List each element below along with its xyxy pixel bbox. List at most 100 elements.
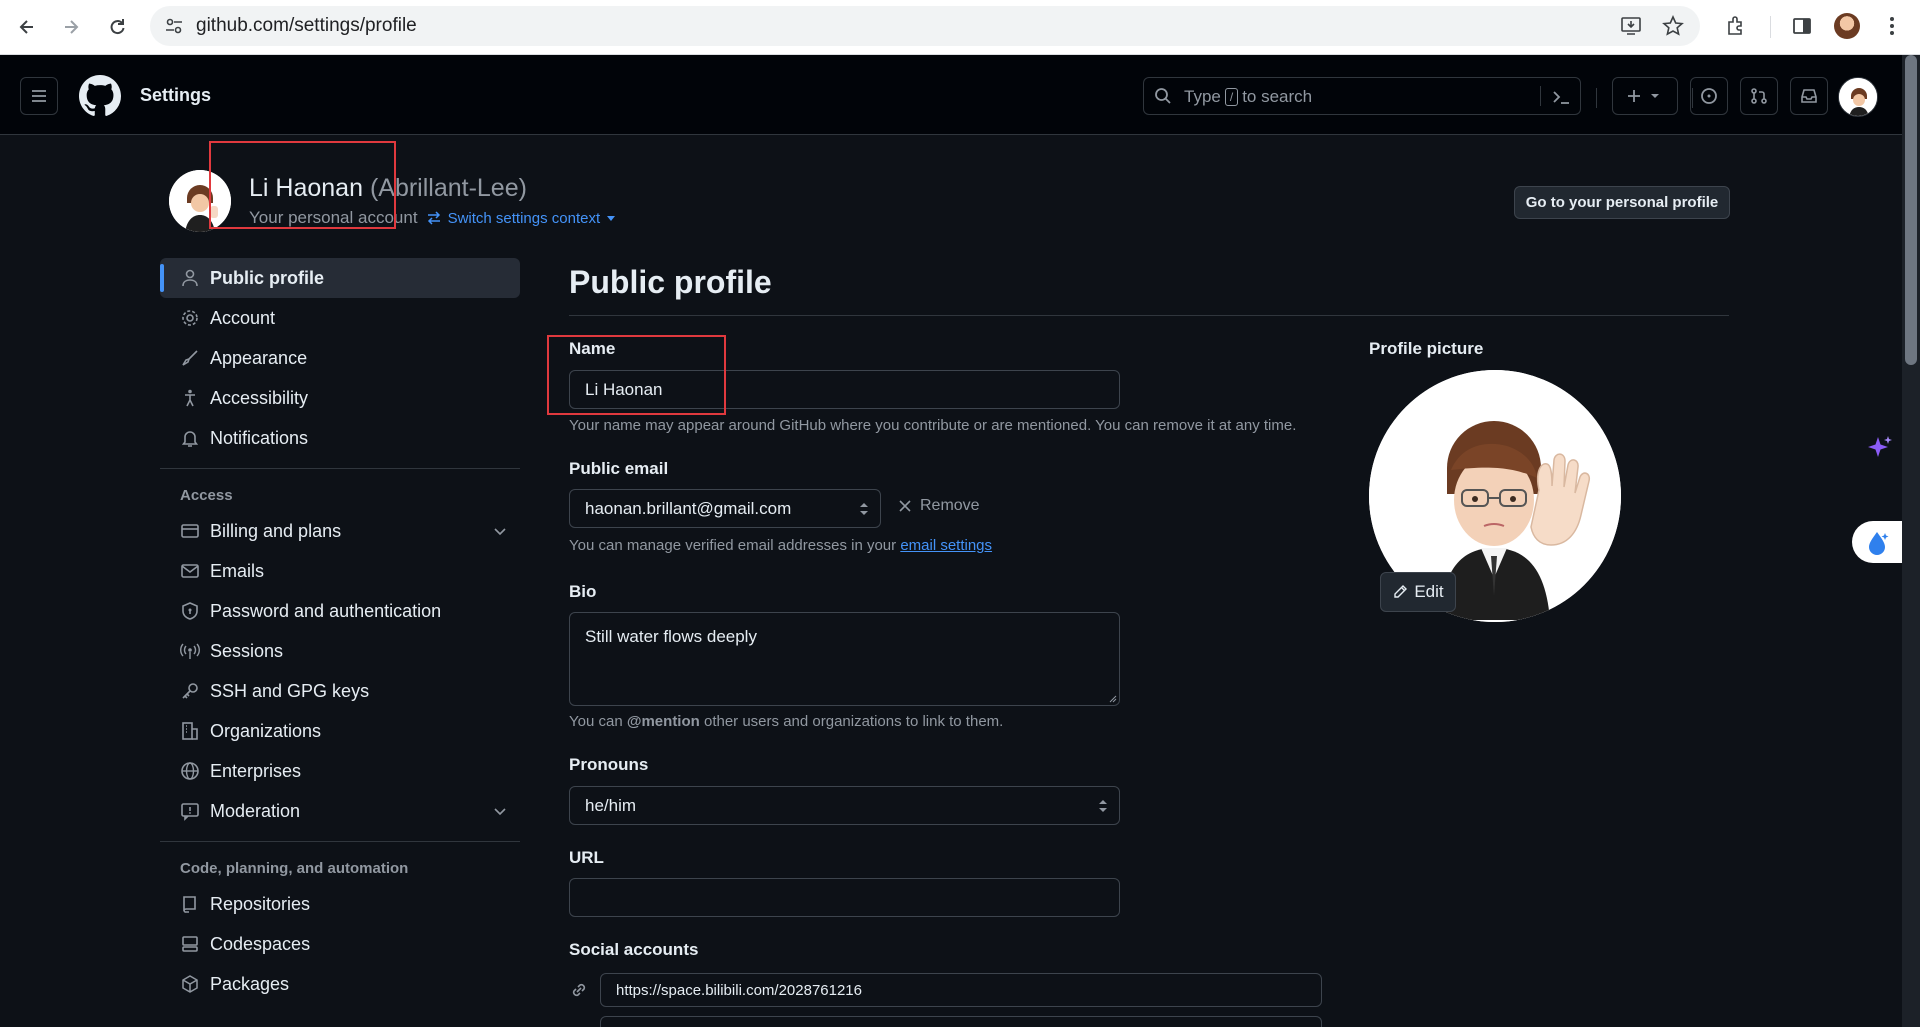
sidebar-item-appearance[interactable]: Appearance [160,338,520,378]
globe-icon [181,762,199,780]
bio-textarea[interactable]: Still water flows deeply [569,612,1120,706]
codespaces-icon [182,936,198,952]
name-hint: Your name may appear around GitHub where… [569,417,1297,434]
sidebar-heading-access: Access [180,486,233,504]
pronouns-select[interactable]: he/him [569,786,1120,825]
bell-icon [181,431,199,447]
command-palette-icon[interactable] [1550,86,1572,108]
extensions-icon[interactable] [1724,14,1748,38]
sidebar-item-moderation[interactable]: Moderation [160,791,520,831]
bio-hint: You can @mention other users and organiz… [569,713,1004,730]
select-arrows-icon [860,503,868,515]
chevron-down-icon [494,528,506,536]
pencil-icon [1394,585,1408,598]
go-to-profile-button[interactable]: Go to your personal profile [1514,186,1730,219]
search-divider [1540,86,1541,106]
public-email-label: Public email [569,459,669,478]
url-field[interactable] [569,878,1120,917]
pull-requests-icon[interactable] [1740,77,1778,115]
caret-down-icon [607,216,616,221]
chevron-down-icon [494,808,506,816]
sparkle-icon[interactable] [1860,428,1900,468]
sidebar-item-notifications[interactable]: Notifications [160,418,520,458]
forward-icon[interactable] [56,12,86,42]
social-account-field-2[interactable] [600,1016,1322,1027]
person-icon [182,269,198,287]
remove-email-button[interactable]: Remove [898,497,980,515]
title-divider [569,315,1729,316]
page-title: Public profile [569,264,772,300]
sidebar-divider [160,468,520,469]
annotation-box-account-name [209,141,396,229]
select-arrows-icon [1099,800,1107,812]
gear-icon [182,310,198,326]
sidebar-item-codespaces[interactable]: Codespaces [160,924,520,964]
back-icon[interactable] [12,12,42,42]
page-context-title[interactable]: Settings [140,85,211,106]
annotation-box-name-field [547,335,726,415]
broadcast-icon [180,643,200,659]
sidebar-item-enterprises[interactable]: Enterprises [160,751,520,791]
browser-toolbar: github.com/settings/profile [0,0,1920,55]
address-bar[interactable]: github.com/settings/profile [150,6,1700,46]
switch-settings-context[interactable]: Switch settings context [426,210,617,227]
issues-icon[interactable] [1690,77,1728,115]
sidebar-item-accessibility[interactable]: Accessibility [160,378,520,418]
user-avatar[interactable] [1838,77,1878,117]
social-accounts-label: Social accounts [569,940,699,959]
sidebar-item-packages[interactable]: Packages [160,964,520,1004]
mail-icon [181,564,199,578]
key-icon [182,683,198,699]
link-icon [569,980,589,1000]
arrow-switch-icon [427,211,440,225]
hamburger-menu-icon[interactable] [20,77,58,115]
sidebar-item-sessions[interactable]: Sessions [160,631,520,671]
settings-sidebar: Public profile Account Appearance Access… [160,258,520,1004]
paintbrush-icon [182,350,198,366]
sidebar-item-organizations[interactable]: Organizations [160,711,520,751]
sidebar-item-ssh-gpg[interactable]: SSH and GPG keys [160,671,520,711]
page-scrollbar[interactable] [1902,55,1920,1027]
sidebar-item-emails[interactable]: Emails [160,551,520,591]
social-account-field-1[interactable]: https://space.bilibili.com/2028761216 [600,973,1322,1007]
search-shortcut-key: / [1224,88,1239,106]
organization-icon [182,722,198,740]
reload-icon[interactable] [102,12,132,42]
report-icon [181,803,199,821]
assistant-drop-icon[interactable] [1852,521,1902,563]
sidebar-divider [160,841,520,842]
toolbar-divider [1770,16,1771,38]
install-app-icon[interactable] [1620,15,1642,37]
sidebar-item-public-profile[interactable]: Public profile [160,258,520,298]
public-email-select[interactable]: haonan.brillant@gmail.com [569,489,881,528]
accessibility-icon [185,389,195,407]
search-input[interactable]: Type / to search [1143,77,1581,115]
sidebar-item-password-auth[interactable]: Password and authentication [160,591,520,631]
pronouns-label: Pronouns [569,755,649,774]
sidebar-item-repositories[interactable]: Repositories [160,884,520,924]
search-icon [1154,87,1172,105]
inbox-icon[interactable] [1790,77,1828,115]
url-label: URL [569,848,604,867]
sidebar-item-account[interactable]: Account [160,298,520,338]
bookmark-star-icon[interactable] [1662,15,1684,37]
browser-profile-avatar[interactable] [1834,13,1860,39]
sidebar-heading-code: Code, planning, and automation [180,859,409,877]
x-icon [899,500,911,512]
search-placeholder: Type / to search [1184,87,1313,106]
sidebar-item-billing[interactable]: Billing and plans [160,511,520,551]
kebab-menu-icon[interactable] [1880,14,1904,38]
email-settings-link[interactable]: email settings [900,537,992,554]
resize-grip-icon [1109,695,1117,703]
package-icon [182,975,198,993]
scrollbar-thumb[interactable] [1905,55,1917,365]
github-logo-icon[interactable] [79,75,121,117]
side-panel-icon[interactable] [1790,14,1814,38]
create-new-button[interactable] [1612,77,1678,115]
url-text[interactable]: github.com/settings/profile [196,15,417,37]
email-hint: You can manage verified email addresses … [569,537,993,554]
bio-label: Bio [569,582,597,601]
edit-profile-picture-button[interactable]: Edit [1380,572,1456,612]
site-info-icon[interactable] [164,16,184,36]
credit-card-icon [181,524,199,538]
